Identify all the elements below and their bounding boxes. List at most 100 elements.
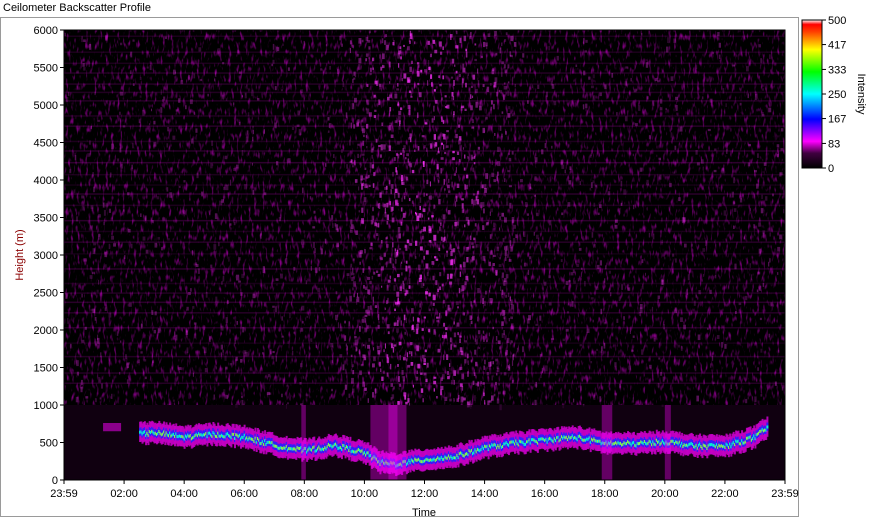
speckle (233, 102, 235, 105)
speckle (474, 338, 476, 342)
speckle (403, 288, 406, 292)
speckle (407, 398, 410, 403)
speckle (584, 50, 587, 53)
speckle (345, 368, 347, 374)
speckle (483, 34, 485, 40)
speckle (477, 330, 481, 335)
speckle (403, 392, 407, 397)
speckle (439, 272, 442, 277)
speckle (372, 392, 374, 398)
speckle (440, 236, 443, 241)
speckle (702, 166, 704, 171)
bl-streak (601, 405, 613, 480)
speckle (198, 276, 200, 281)
speckle (499, 47, 502, 54)
speckle (730, 34, 732, 38)
speckle (180, 80, 184, 85)
speckle (380, 190, 384, 195)
speckle (380, 66, 382, 71)
speckle (620, 202, 623, 206)
speckle (406, 239, 410, 244)
speckle (503, 316, 506, 320)
x-tick-label-2: 04:00 (170, 488, 198, 500)
speckle (718, 42, 721, 48)
speckle (276, 46, 278, 52)
speckle (458, 287, 461, 294)
speckle (287, 341, 289, 344)
speckle (507, 64, 510, 69)
speckle (466, 257, 469, 263)
speckle (493, 103, 495, 110)
speckle (225, 98, 228, 101)
speckle (430, 53, 432, 58)
speckle (768, 333, 770, 338)
speckle (370, 305, 372, 310)
speckle (464, 281, 467, 286)
speckle (421, 135, 425, 138)
speckle (433, 204, 435, 209)
speckle (93, 186, 95, 193)
speckle (120, 42, 123, 46)
speckle (210, 264, 213, 268)
speckle (381, 266, 384, 271)
speckle (245, 136, 249, 143)
speckle (331, 388, 333, 392)
speckle (762, 230, 766, 234)
speckle (349, 160, 352, 163)
speckle (366, 185, 368, 188)
speckle (80, 387, 83, 393)
speckle (482, 225, 485, 230)
speckle (367, 325, 369, 329)
speckle (194, 112, 196, 115)
speckle (436, 396, 438, 399)
y-tick-label-5500: 5500 (34, 63, 58, 75)
speckle (441, 283, 444, 287)
speckle (179, 185, 181, 188)
speckle (586, 328, 590, 333)
speckle (579, 344, 582, 347)
speckle (462, 261, 466, 268)
speckle (392, 171, 394, 177)
speckle (154, 311, 157, 316)
speckle (293, 266, 296, 271)
speckle (406, 352, 408, 357)
speckle (424, 122, 428, 125)
speckle (487, 222, 489, 225)
speckle (446, 250, 448, 257)
speckle (366, 84, 369, 87)
speckle (453, 114, 455, 118)
speckle (386, 261, 388, 268)
speckle (361, 119, 363, 123)
cb-tick-label-250: 250 (828, 89, 846, 101)
speckle (590, 361, 593, 364)
speckle (496, 373, 498, 376)
speckle (585, 103, 588, 109)
speckle (548, 349, 551, 356)
speckle (758, 222, 761, 227)
speckle (437, 136, 440, 140)
speckle (583, 38, 585, 44)
speckle (464, 224, 466, 228)
speckle (431, 215, 434, 218)
speckle (458, 159, 461, 163)
speckle (83, 39, 86, 42)
speckle (229, 223, 232, 226)
speckle (468, 156, 470, 162)
speckle (394, 120, 398, 124)
speckle (495, 269, 498, 276)
speckle (618, 208, 621, 213)
speckle (98, 214, 101, 218)
speckle (585, 39, 588, 43)
speckle (526, 213, 529, 216)
speckle (772, 193, 774, 197)
speckle (258, 152, 260, 159)
speckle (661, 239, 663, 244)
speckle (513, 42, 517, 47)
speckle (138, 118, 141, 123)
speckle (84, 326, 87, 330)
speckle (366, 99, 370, 105)
speckle (237, 49, 240, 54)
speckle (425, 250, 429, 255)
speckle (104, 251, 107, 258)
speckle (426, 179, 429, 185)
